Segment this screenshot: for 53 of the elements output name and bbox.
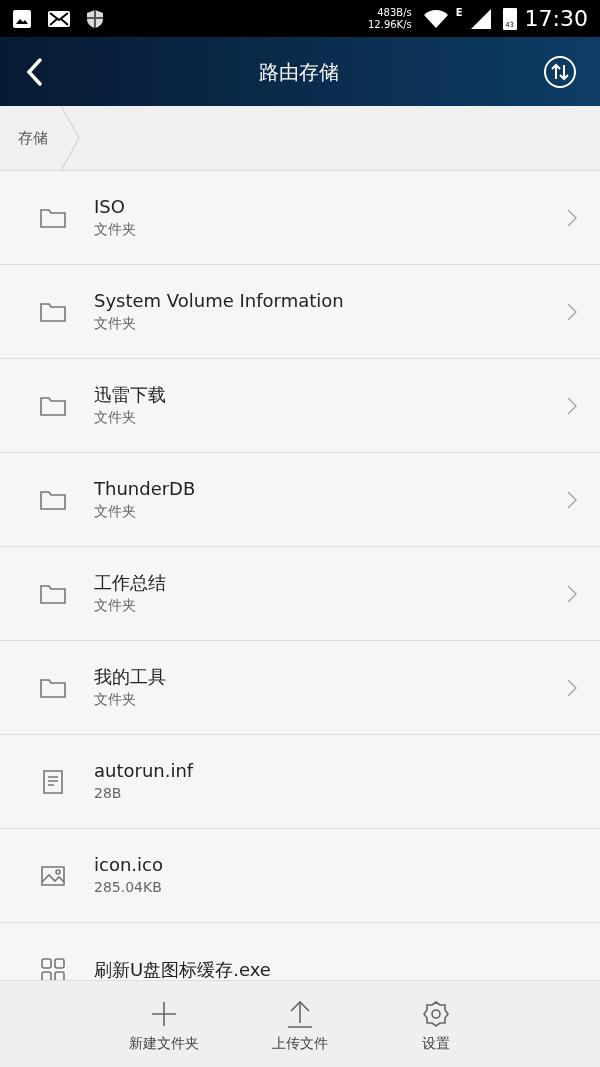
- file-name: 刷新U盘图标缓存.exe: [94, 957, 272, 980]
- mail-icon: [48, 10, 70, 27]
- file-row[interactable]: 我的工具 文件夹: [0, 641, 600, 735]
- file-row[interactable]: System Volume Information 文件夹: [0, 265, 600, 359]
- toolbar-button[interactable]: 设置: [391, 999, 481, 1067]
- file-detail: 28B: [94, 784, 123, 803]
- chevron-icon: [566, 301, 578, 322]
- grid-icon: [39, 955, 67, 980]
- clock: 17:30: [524, 5, 588, 33]
- download-speed: 12.96K/s: [368, 18, 412, 31]
- shield-icon: [86, 8, 104, 29]
- chevron-icon: [566, 395, 578, 416]
- toolbar-button[interactable]: 新建文件夹: [119, 999, 209, 1067]
- file-detail: 文件夹: [94, 502, 137, 521]
- plus-icon: [149, 999, 179, 1029]
- chevron-icon: [566, 583, 578, 604]
- toolbar-button[interactable]: 上传文件: [255, 999, 345, 1067]
- file-row[interactable]: 工作总结 文件夹: [0, 547, 600, 641]
- file-name: autorun.inf: [94, 759, 195, 783]
- chevron-icon: [566, 207, 578, 228]
- network-type: E: [455, 6, 463, 20]
- chevron-icon: [566, 489, 578, 510]
- sort-icon: [551, 62, 569, 81]
- sort-button[interactable]: [544, 55, 576, 88]
- file-detail: 285.04KB: [94, 878, 163, 897]
- file-name: 我的工具: [94, 665, 167, 689]
- upload-speed: 483B/s: [377, 6, 412, 19]
- page-title: 路由存储: [258, 58, 340, 86]
- file-row[interactable]: autorun.inf 28B: [0, 735, 600, 829]
- back-icon: [24, 56, 44, 87]
- file-detail: 文件夹: [94, 220, 137, 239]
- file-detail: 文件夹: [94, 314, 137, 333]
- file-detail: 文件夹: [94, 408, 137, 427]
- file-name: ISO: [94, 195, 126, 219]
- breadcrumb-item[interactable]: 存储: [0, 106, 60, 170]
- wifi-icon: [423, 9, 448, 28]
- file-detail: 文件夹: [94, 690, 137, 709]
- file-name: System Volume Information: [94, 289, 345, 313]
- file-row[interactable]: ThunderDB 文件夹: [0, 453, 600, 547]
- file-detail: 文件夹: [94, 596, 137, 615]
- upload-icon: [285, 999, 315, 1029]
- signal-icon: [470, 8, 491, 29]
- breadcrumb-separator-icon: [60, 106, 80, 171]
- file-name: ThunderDB: [94, 477, 197, 501]
- file-row[interactable]: icon.ico 285.04KB: [0, 829, 600, 923]
- file-name: 迅雷下载: [94, 383, 167, 407]
- chevron-icon: [566, 677, 578, 698]
- settings-icon: [421, 999, 451, 1029]
- file-row[interactable]: 迅雷下载 文件夹: [0, 359, 600, 453]
- file-row[interactable]: ISO 文件夹: [0, 171, 600, 265]
- file-name: 工作总结: [94, 571, 167, 595]
- image-icon: [12, 8, 32, 29]
- file-name: icon.ico: [94, 853, 164, 877]
